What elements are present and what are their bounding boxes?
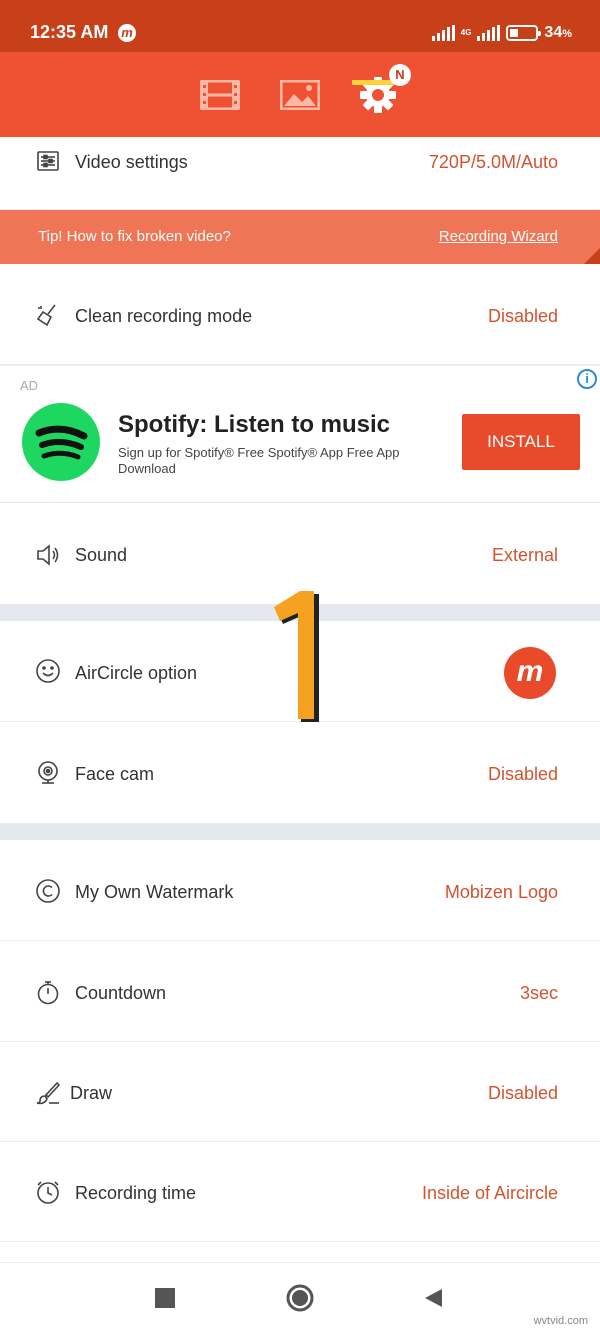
signal-icon (431, 25, 455, 41)
network-type-label: 4G (460, 28, 472, 37)
ad-title: Spotify: Listen to music (118, 411, 391, 438)
aircircle-label: AirCircle option (75, 663, 198, 683)
copyright-icon (35, 878, 61, 904)
spotify-logo (22, 403, 100, 481)
watermark-row[interactable]: My Own Watermark Mobizen Logo (0, 840, 600, 941)
image-icon (280, 79, 320, 110)
mobizen-status-icon: m (118, 24, 136, 42)
sound-value: External (491, 545, 558, 565)
battery-icon (506, 25, 542, 41)
countdown-row[interactable]: Countdown 3sec (0, 941, 600, 1042)
watermark-label: My Own Watermark (75, 882, 234, 902)
sliders-icon (35, 148, 61, 174)
tip-banner: Tip! How to fix broken video? Recording … (0, 210, 600, 264)
annotation-number: 1 (268, 585, 328, 725)
home-button[interactable] (285, 1283, 315, 1313)
square-icon (155, 1288, 175, 1308)
tab-videos[interactable] (190, 52, 250, 137)
broom-icon (35, 302, 61, 328)
face-cam-label: Face cam (75, 764, 155, 784)
ad-label: AD (20, 378, 39, 393)
tip-corner-fold (584, 248, 600, 264)
battery-percent: 34% (544, 24, 572, 41)
draw-row[interactable]: Draw Disabled (0, 1042, 600, 1142)
draw-value: Disabled (487, 1083, 558, 1103)
clean-recording-row[interactable]: Clean recording mode Disabled (0, 264, 600, 365)
recording-time-row[interactable]: Recording time Inside of Aircircle (0, 1142, 600, 1242)
tip-text: Tip! How to fix broken video? (38, 228, 231, 245)
new-badge: N (389, 64, 411, 86)
recents-button[interactable] (150, 1283, 180, 1313)
recording-time-label: Recording time (75, 1183, 197, 1203)
battery-fill (510, 29, 519, 37)
brush-icon (35, 1080, 61, 1106)
ad-description: Sign up for Spotify® Free Spotify® App F… (118, 445, 400, 476)
speaker-icon (35, 542, 61, 568)
recording-wizard-link[interactable]: Recording Wizard (439, 228, 558, 245)
signal-icon-2 (477, 25, 501, 41)
watermark-value: Mobizen Logo (444, 882, 558, 902)
status-time: 12:35 AM (30, 22, 109, 42)
status-bar: 12:35 AM m 4G 34% (0, 0, 600, 52)
clean-recording-value: Disabled (487, 306, 558, 326)
video-settings-row[interactable]: Video settings 720P/5.0M/Auto (0, 137, 600, 210)
site-watermark: wvtvid.com (533, 1315, 588, 1327)
ad-info-icon[interactable]: i (577, 369, 597, 389)
section-divider (0, 824, 600, 840)
back-button[interactable] (418, 1283, 448, 1313)
tab-images[interactable] (270, 52, 330, 137)
clean-recording-label: Clean recording mode (75, 306, 253, 326)
stopwatch-icon (35, 979, 61, 1005)
countdown-value: 3sec (519, 983, 558, 1003)
countdown-label: Countdown (75, 983, 167, 1003)
sound-label: Sound (75, 545, 128, 565)
top-nav (0, 52, 600, 137)
clock-icon (35, 1179, 61, 1205)
smiley-icon (35, 658, 61, 684)
aircircle-logo[interactable]: m (504, 647, 556, 699)
system-nav-bar: wvtvid.com (0, 1262, 600, 1333)
install-button[interactable]: INSTALL (462, 414, 580, 470)
video-settings-value: 720P/5.0M/Auto (428, 152, 558, 172)
recording-time-value: Inside of Aircircle (421, 1183, 558, 1203)
ad-banner[interactable]: AD i Spotify: Listen to music Sign up fo… (0, 365, 600, 503)
home-circle-icon (286, 1284, 314, 1312)
back-triangle-icon (425, 1289, 442, 1307)
face-cam-row[interactable]: Face cam Disabled (0, 722, 600, 824)
face-cam-value: Disabled (487, 764, 558, 784)
film-icon (200, 79, 240, 110)
status-indicators: 4G 34% (431, 22, 572, 44)
webcam-icon (35, 760, 61, 786)
draw-label: Draw (70, 1083, 113, 1103)
video-settings-label: Video settings (75, 152, 188, 172)
